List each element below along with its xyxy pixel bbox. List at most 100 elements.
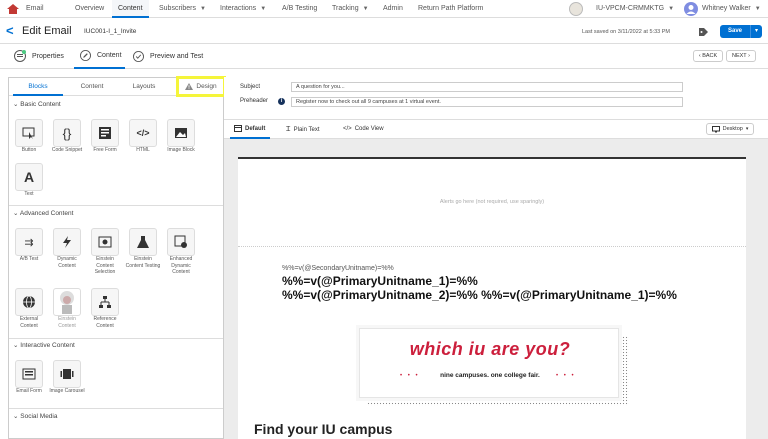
- account-logo[interactable]: [569, 2, 583, 16]
- nav-subscribers[interactable]: Subscribers ▼: [159, 0, 206, 18]
- block-dynamic-content[interactable]: Dynamic Content: [53, 228, 85, 269]
- block-reference-content[interactable]: Reference Content: [91, 288, 123, 329]
- section-advanced-content[interactable]: ⌄ Advanced Content: [13, 208, 73, 220]
- tab-default[interactable]: Default: [230, 120, 270, 139]
- nav-overview[interactable]: Overview: [75, 0, 104, 18]
- tab-blocks[interactable]: Blocks: [13, 78, 63, 96]
- cursor-icon: [22, 127, 35, 139]
- block-tile: A: [15, 163, 43, 191]
- device-select[interactable]: Desktop ▾: [706, 123, 754, 135]
- pencil-icon: [80, 50, 91, 61]
- preheader-input[interactable]: Register now to check out all 9 campuses…: [291, 97, 683, 107]
- block-label: Email Form: [16, 388, 42, 394]
- section-social-media[interactable]: ⌄ Social Media: [13, 411, 57, 423]
- save-button-group: Save ▾: [720, 25, 762, 38]
- block-label: Free Form: [93, 147, 117, 153]
- block-enhanced-dynamic[interactable]: Enhanced Dynamic Content: [167, 228, 199, 276]
- block-image[interactable]: Image Block: [167, 119, 199, 154]
- block-tile: [53, 228, 81, 256]
- interactive-blocks: Email Form Image Carousel: [13, 356, 223, 406]
- text-cursor-icon: Ꮖ: [286, 126, 291, 133]
- block-einstein-selection[interactable]: Einstein Content Selection: [91, 228, 123, 276]
- nav-tracking[interactable]: Tracking ▼: [332, 0, 369, 18]
- banner-card: which iu are you? • • • nine campuses. o…: [359, 328, 619, 398]
- tab-content[interactable]: Content: [74, 44, 125, 69]
- back-button[interactable]: ‹ BACK: [693, 50, 723, 62]
- tag-icon[interactable]: [699, 28, 708, 36]
- avatar[interactable]: [684, 2, 698, 16]
- block-label: A/B Test: [19, 256, 39, 262]
- block-tile: [91, 119, 119, 147]
- email-name: IUC001-I_1_Invite: [84, 28, 137, 35]
- step-tabs: Properties Content Preview and Test ‹ BA…: [0, 44, 768, 69]
- block-email-form[interactable]: Email Form: [15, 360, 47, 395]
- tab-properties[interactable]: Properties: [14, 50, 64, 62]
- tab-plain-text[interactable]: Ꮖ Plain Text: [286, 126, 320, 134]
- save-button[interactable]: Save: [720, 25, 750, 38]
- chevron-down-icon: ▼: [260, 6, 267, 12]
- block-einstein-content[interactable]: Einstein Content: [53, 288, 85, 329]
- tab-code-view[interactable]: </> Code View: [343, 126, 384, 132]
- section-basic-content[interactable]: ⌄ Basic Content: [13, 99, 61, 111]
- back-arrow-icon[interactable]: <: [6, 23, 14, 38]
- block-external-content[interactable]: External Content: [15, 288, 47, 329]
- banner-image[interactable]: which iu are you? • • • nine campuses. o…: [359, 328, 629, 406]
- block-label: External Content: [19, 316, 39, 329]
- primary-unitname-1[interactable]: %%=v(@PrimaryUnitname_1)=%%: [282, 274, 478, 288]
- user-menu[interactable]: Whitney Walker ▼: [702, 0, 761, 18]
- editor-canvas: Alerts go here (not required, use sparin…: [224, 139, 768, 439]
- desktop-icon: [711, 125, 720, 132]
- block-einstein-testing[interactable]: Einstein Content Testing: [126, 228, 161, 269]
- email-meta: Subject A question for you... Preheader …: [224, 77, 768, 119]
- block-button[interactable]: Button: [15, 119, 47, 154]
- chevron-down-icon: ▼: [754, 6, 761, 12]
- block-label: Image Block: [167, 147, 195, 153]
- account-name: IU-VPCM-CRMMKTG: [596, 5, 665, 12]
- form-icon: [22, 368, 36, 380]
- account-switcher[interactable]: IU-VPCM-CRMMKTG ▼: [596, 0, 674, 18]
- nav-return-path[interactable]: Return Path Platform: [418, 0, 483, 18]
- tab-design-label: Design: [196, 83, 217, 90]
- app-name[interactable]: Email: [26, 0, 44, 18]
- tab-preview[interactable]: Preview and Test: [133, 50, 203, 62]
- tab-layouts[interactable]: Layouts: [119, 78, 169, 96]
- einstein-avatar-icon: [60, 291, 74, 314]
- secondary-unitname[interactable]: %%=v(@SecondaryUnitname)=%%: [282, 265, 394, 272]
- layout-icon: [234, 125, 242, 132]
- next-chevron-icon: ›: [746, 53, 751, 59]
- nav-ab-testing[interactable]: A/B Testing: [282, 0, 317, 18]
- save-options-chevron-icon[interactable]: ▾: [750, 25, 762, 38]
- nav-admin[interactable]: Admin: [383, 0, 403, 18]
- section-advanced-title: Advanced Content: [19, 210, 74, 217]
- block-tile: </>: [129, 119, 157, 147]
- block-label: Reference Content: [93, 316, 117, 329]
- hierarchy-icon: [99, 296, 111, 308]
- carousel-icon: [60, 369, 74, 379]
- block-code-snippet[interactable]: {} Code Snippet: [52, 119, 85, 154]
- section-interactive-content[interactable]: ⌄ Interactive Content: [13, 340, 75, 352]
- nav-interactions[interactable]: Interactions ▼: [220, 0, 266, 18]
- block-ab-test[interactable]: ⇉ A/B Test: [15, 228, 47, 263]
- block-tile: [53, 360, 81, 388]
- next-button[interactable]: NEXT ›: [726, 50, 756, 62]
- info-icon[interactable]: i: [278, 98, 285, 105]
- flask-icon: [137, 236, 149, 248]
- divider: [9, 338, 223, 339]
- block-html[interactable]: </> HTML: [129, 119, 161, 154]
- block-tile: [129, 228, 157, 256]
- find-campus-heading[interactable]: Find your IU campus: [254, 421, 392, 437]
- block-text[interactable]: A Text: [15, 163, 47, 198]
- primary-unitname-2[interactable]: %%=v(@PrimaryUnitname_2)=%% %%=v(@Primar…: [282, 288, 677, 302]
- alert-block[interactable]: Alerts go here (not required, use sparin…: [238, 159, 746, 247]
- tab-content-blocks[interactable]: Content: [67, 78, 117, 96]
- nav-content[interactable]: Content: [112, 0, 149, 18]
- tab-design[interactable]: Design: [176, 76, 226, 97]
- chevron-down-icon: ▼: [362, 6, 369, 12]
- blocks-panel: Blocks Content Layouts Design ⌄ Basic Co…: [8, 76, 226, 439]
- subject-input[interactable]: A question for you...: [291, 82, 683, 92]
- block-free-form[interactable]: Free Form: [91, 119, 123, 154]
- section-social-title: Social Media: [20, 413, 58, 420]
- block-image-carousel[interactable]: Image Carousel: [49, 360, 85, 395]
- device-label: Desktop: [722, 126, 743, 132]
- home-icon[interactable]: [6, 3, 20, 15]
